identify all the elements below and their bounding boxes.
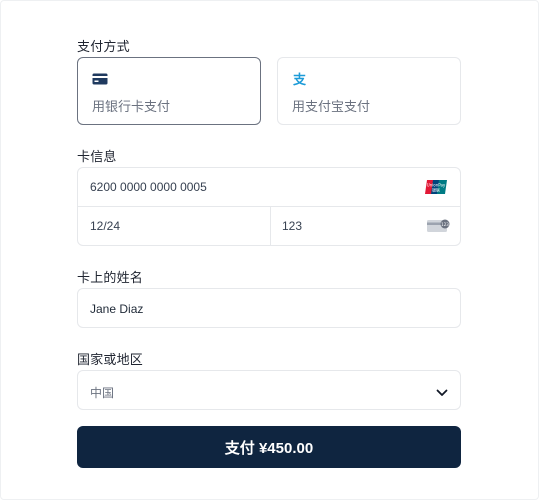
cvc-value: 123 (282, 219, 303, 233)
pay-button[interactable]: 支付 ¥450.00 (77, 426, 461, 468)
pay-with-alipay-label: 用支付宝支付 (292, 99, 371, 114)
cardholder-name-value: Jane Diaz (90, 302, 144, 316)
country-select[interactable]: 中国 (77, 370, 461, 410)
unionpay-chinese-text: 银联 (432, 187, 440, 193)
card-number-value: 6200 0000 0000 0005 (90, 180, 207, 194)
cvc-card-icon: 123 (427, 219, 451, 238)
chevron-down-icon (436, 385, 448, 403)
card-number-field[interactable]: 6200 0000 0000 0005 UnionPay 银联 (78, 168, 460, 207)
pay-with-card-label: 用银行卡支付 (92, 99, 171, 114)
cvc-field[interactable]: 123 123 (271, 207, 462, 246)
country-value: 中国 (90, 386, 115, 400)
expiry-field[interactable]: 12/24 (78, 207, 270, 246)
expiry-value: 12/24 (90, 219, 121, 233)
pay-with-card-option[interactable]: 用银行卡支付 (77, 57, 261, 125)
card-info-label: 卡信息 (77, 149, 117, 164)
cardholder-name-label: 卡上的姓名 (77, 270, 144, 285)
alipay-icon: 支 (292, 72, 307, 91)
svg-text:123: 123 (441, 222, 449, 227)
country-label: 国家或地区 (77, 352, 144, 367)
pay-with-alipay-option[interactable]: 支 用支付宝支付 (277, 57, 461, 125)
card-info-group: 6200 0000 0000 0005 UnionPay 银联 12/24 12… (77, 167, 461, 246)
cardholder-name-input[interactable]: Jane Diaz (77, 288, 461, 328)
payment-method-label: 支付方式 (77, 39, 130, 54)
credit-card-icon (92, 72, 108, 90)
unionpay-icon: UnionPay 银联 (424, 179, 448, 200)
svg-text:支: 支 (292, 72, 306, 86)
